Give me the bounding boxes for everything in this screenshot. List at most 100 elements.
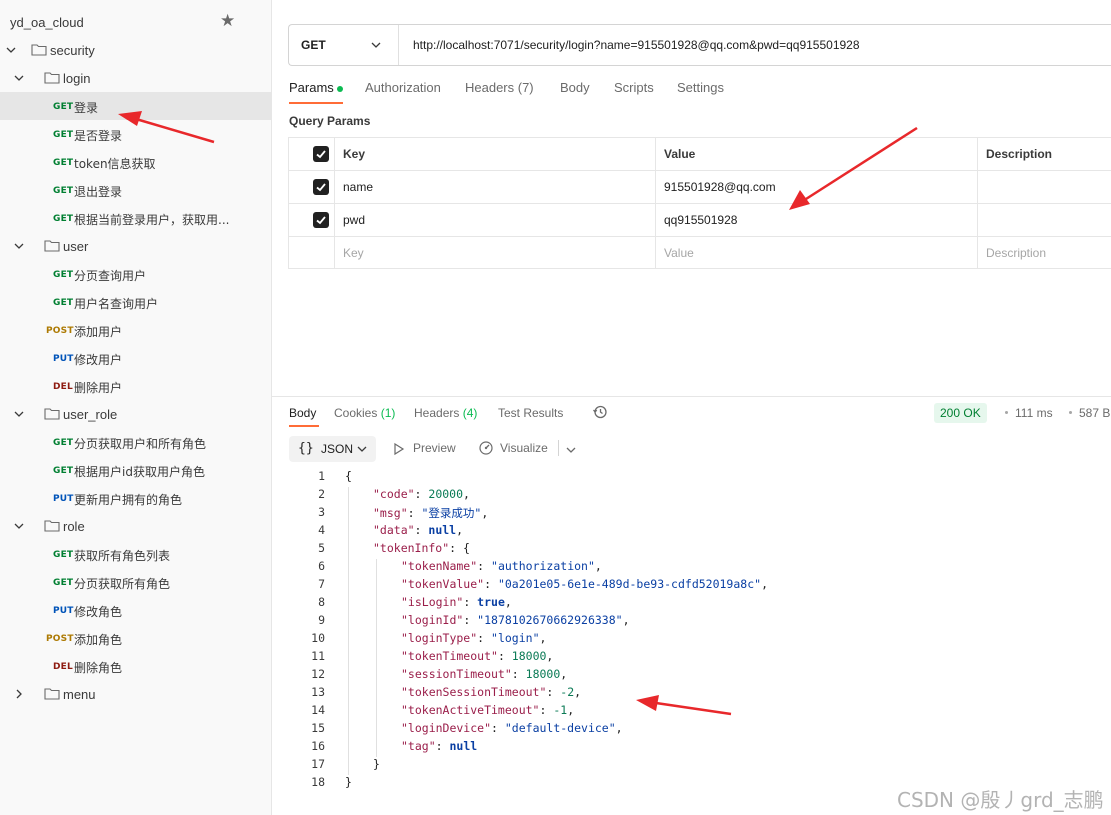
chevron-down-icon	[357, 446, 367, 452]
sidebar-folder[interactable]: login	[0, 64, 272, 92]
method-badge: GET	[53, 550, 74, 560]
code-token: ,	[594, 559, 602, 573]
param-checkbox[interactable]	[313, 179, 329, 195]
code-token: :	[463, 613, 478, 627]
code-token: -1	[553, 703, 568, 717]
line-number: 5	[318, 541, 325, 555]
tab-label: Body	[289, 406, 317, 420]
line-number: 8	[318, 595, 325, 609]
response-tab-test-results[interactable]: Test Results	[498, 406, 563, 420]
code-token: :	[511, 667, 526, 681]
code-token: ,	[560, 667, 568, 681]
format-select[interactable]: {} JSON	[289, 436, 376, 462]
sidebar-request[interactable]: GET 分页查询用户	[0, 260, 272, 288]
param-key[interactable]: pwd	[335, 204, 656, 236]
code-text: {	[345, 469, 352, 483]
sidebar-request[interactable]: PUT 更新用户拥有的角色	[0, 484, 272, 512]
sidebar-request[interactable]: GET 根据当前登录用户，获取用...	[0, 204, 272, 232]
chevron-down-icon[interactable]	[566, 445, 576, 455]
code-token: :	[484, 577, 498, 591]
history-icon[interactable]	[592, 404, 608, 420]
method-badge: GET	[53, 130, 74, 140]
sidebar-folder[interactable]: security	[0, 36, 272, 64]
sidebar-request[interactable]: GET token信息获取	[0, 148, 272, 176]
method-badge: GET	[53, 270, 74, 280]
sidebar-request[interactable]: POST 添加用户	[0, 316, 272, 344]
tab-body[interactable]: Body	[560, 80, 590, 95]
sidebar-folder[interactable]: user_role	[0, 400, 272, 428]
pane-divider[interactable]	[272, 396, 1111, 397]
code-text: }	[345, 775, 352, 789]
new-description-input[interactable]: Description	[978, 237, 1111, 269]
method-badge: PUT	[53, 606, 74, 616]
line-number: 15	[311, 721, 325, 735]
code-text: "tokenValue": "0a201e05-6e1e-489d-be93-c…	[401, 577, 768, 591]
url-input[interactable]: http://localhost:7071/security/login?nam…	[413, 38, 860, 52]
star-icon[interactable]: ★	[220, 11, 235, 31]
folder-label: menu	[63, 687, 96, 702]
sidebar-request[interactable]: GET 登录	[0, 92, 272, 120]
tab-scripts[interactable]: Scripts	[614, 80, 654, 95]
folder-label: user_role	[63, 407, 118, 422]
sidebar-request[interactable]: GET 分页获取用户和所有角色	[0, 428, 272, 456]
tab-label: Params	[289, 80, 334, 95]
chevron-down-icon	[14, 243, 24, 249]
sidebar-request[interactable]: GET 获取所有角色列表	[0, 540, 272, 568]
response-tab-cookies[interactable]: Cookies (1)	[334, 406, 395, 420]
response-tab-body[interactable]: Body	[289, 406, 316, 420]
method-badge: PUT	[53, 354, 74, 364]
param-description[interactable]	[978, 204, 1111, 236]
line-number: 3	[318, 505, 325, 519]
code-line: 6 "tokenName": "authorization",	[288, 559, 1111, 577]
sidebar-request[interactable]: GET 根据用户id获取用户角色	[0, 456, 272, 484]
sidebar-request[interactable]: DEL 删除角色	[0, 652, 272, 680]
code-line: 17}	[288, 757, 1111, 775]
new-value-input[interactable]: Value	[656, 237, 978, 269]
sidebar-request[interactable]: GET 用户名查询用户	[0, 288, 272, 316]
sidebar-request[interactable]: DEL 删除用户	[0, 372, 272, 400]
sidebar-folder[interactable]: menu	[0, 680, 272, 708]
param-checkbox[interactable]	[313, 212, 329, 228]
tab-label: Scripts	[614, 80, 654, 95]
code-token: ,	[463, 487, 470, 501]
response-tab-headers[interactable]: Headers (4)	[414, 406, 477, 420]
method-badge: POST	[46, 634, 74, 644]
code-token: "default-device"	[504, 721, 616, 735]
tab-settings[interactable]: Settings	[677, 80, 724, 95]
sidebar-request[interactable]: POST 添加角色	[0, 624, 272, 652]
method-select[interactable]: GET	[289, 25, 399, 65]
method-badge: POST	[46, 326, 74, 336]
param-key[interactable]: name	[335, 171, 656, 203]
code-token: :	[407, 506, 422, 520]
tab-headers[interactable]: Headers (7)	[465, 80, 534, 95]
code-token: "登录成功"	[421, 506, 482, 520]
indent-guide	[376, 559, 377, 757]
method-badge: DEL	[53, 382, 73, 392]
sidebar-request[interactable]: PUT 修改角色	[0, 596, 272, 624]
sidebar-request[interactable]: GET 退出登录	[0, 176, 272, 204]
sidebar-folder[interactable]: user	[0, 232, 272, 260]
status-badge[interactable]: 200 OK	[934, 403, 987, 423]
param-description[interactable]	[978, 171, 1111, 203]
new-key-input[interactable]: Key	[335, 237, 656, 269]
sidebar-request[interactable]: PUT 修改用户	[0, 344, 272, 372]
response-size[interactable]: 587 B	[1079, 406, 1110, 420]
sidebar-request[interactable]: GET 是否登录	[0, 120, 272, 148]
request-label: 分页获取用户和所有角色	[74, 437, 207, 451]
collection-header[interactable]: yd_oa_cloud ★	[0, 8, 272, 36]
tab-authorization[interactable]: Authorization	[365, 80, 441, 95]
request-label: 添加用户	[74, 325, 123, 339]
request-label: 退出登录	[74, 185, 123, 199]
folder-label: login	[63, 71, 91, 86]
param-value[interactable]: qq915501928	[656, 204, 978, 236]
code-line: 11 "tokenTimeout": 18000,	[288, 649, 1111, 667]
sidebar-request[interactable]: GET 分页获取所有角色	[0, 568, 272, 596]
code-text: "loginId": "1878102670662926338",	[401, 613, 630, 627]
response-time[interactable]: 111 ms	[1015, 406, 1053, 420]
request-label: 获取所有角色列表	[74, 549, 171, 563]
param-value[interactable]: 915501928@qq.com	[656, 171, 978, 203]
sidebar-folder[interactable]: role	[0, 512, 272, 540]
tab-params[interactable]: Params	[289, 80, 343, 95]
code-text: }	[373, 757, 380, 771]
select-all-checkbox[interactable]	[313, 146, 329, 162]
